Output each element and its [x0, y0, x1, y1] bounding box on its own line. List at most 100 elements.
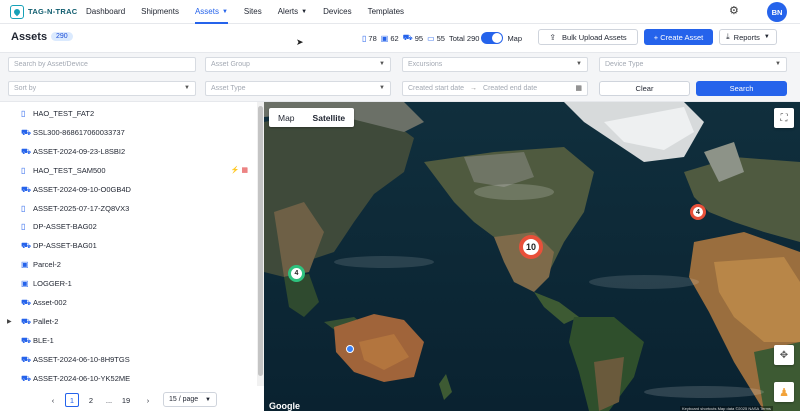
excursions-select[interactable]: Excursions ▼ — [402, 57, 588, 72]
asset-count-badge: 290 — [51, 32, 73, 41]
truck-icon: ⛟ — [21, 335, 32, 345]
map-toggle-label: Map — [507, 33, 523, 43]
asset-list-item[interactable]: ⛟ ASSET-2024-06-10-8H9TGS — [0, 350, 256, 369]
asset-name: DP-ASSET-BAG01 — [33, 241, 97, 251]
arrow-right-icon: → — [470, 85, 478, 92]
clear-button[interactable]: Clear — [599, 81, 690, 96]
reports-button[interactable]: ⤓ Reports ▼ — [719, 29, 777, 45]
excursions-placeholder: Excursions — [408, 61, 443, 68]
asset-name: DP-ASSET-BAG02 — [33, 222, 97, 232]
page-ellipsis[interactable]: ... — [102, 393, 116, 407]
nav-devices[interactable]: Devices — [323, 0, 351, 24]
map-cluster-marker[interactable]: 4 — [288, 265, 305, 282]
map-cluster-marker[interactable]: 4 — [690, 204, 706, 220]
page-button-current[interactable]: 1 — [65, 393, 79, 407]
pagination: ‹ 1 2 ... 19 › 15 / page ▼ — [0, 388, 264, 411]
asset-list-item[interactable]: ⛟ DP-ASSET-BAG01 — [0, 236, 256, 255]
asset-name: SSL300-868617060033737 — [33, 127, 125, 137]
page-button[interactable]: 19 — [119, 393, 133, 407]
page-button[interactable]: 2 — [84, 393, 98, 407]
asset-list-item[interactable]: ⛟ Asset-002 — [0, 293, 256, 312]
search-field[interactable] — [8, 57, 196, 72]
map-toggle[interactable] — [481, 32, 504, 44]
start-date-placeholder[interactable]: Created start date — [408, 85, 464, 92]
asset-list-item[interactable]: ▯ ASSET-2025-07-17-ZQ8VX3 — [0, 199, 256, 218]
brand-name: TAG-N-TRAC — [28, 7, 78, 16]
filter-bar: Asset Group ▼ Excursions ▼ Device Type ▼ So… — [0, 52, 800, 102]
date-range-picker[interactable]: Created start date → Created end date ▦ — [402, 81, 588, 96]
mouse-cursor-icon: ➤ — [296, 37, 304, 47]
asset-name: BLE-1 — [33, 335, 54, 345]
asset-list-item[interactable]: ▯ DP-ASSET-BAG02 — [0, 217, 256, 236]
nav-sites[interactable]: Sites — [244, 0, 262, 24]
asset-name: HAO_TEST_SAM500 — [33, 165, 106, 175]
asset-list-item[interactable]: ▯ HAO_TEST_FAT2 — [0, 104, 256, 123]
chevron-down-icon: ▼ — [205, 396, 211, 403]
asset-list-item[interactable]: ⛟ ASSET-2024-09-23-L8SBI2 — [0, 142, 256, 161]
logger-icon: ▭ — [427, 33, 435, 43]
fullscreen-icon[interactable]: ⛶ — [774, 108, 794, 128]
camera-control-icon[interactable]: ✥ — [774, 345, 794, 365]
page-size-value: 15 / page — [169, 396, 199, 403]
truck-icon: ⛟ — [21, 298, 32, 307]
brand-logo[interactable]: TAG-N-TRAC — [10, 4, 86, 19]
stat-box: ▣ 62 — [381, 34, 399, 43]
scrollbar-thumb[interactable] — [258, 106, 263, 376]
next-page-icon[interactable]: › — [143, 393, 153, 407]
nav-templates[interactable]: Templates — [368, 0, 404, 24]
asset-list-item[interactable]: ▯ HAO_TEST_SAM500 ⚡ ▦ — [0, 161, 256, 180]
asset-list-item[interactable]: ▣ Parcel-2 — [0, 255, 256, 274]
stat-value: 55 — [436, 33, 445, 43]
tag-icon: ▯ — [21, 109, 26, 118]
gear-icon[interactable]: ⚙ — [729, 6, 740, 17]
asset-name: ASSET-2024-09-23-L8SBI2 — [33, 146, 126, 156]
user-avatar[interactable]: BN — [767, 2, 787, 22]
search-input[interactable] — [14, 61, 195, 68]
chevron-down-icon: ▼ — [221, 8, 228, 15]
asset-list-item[interactable]: ⛟ ASSET-2024-06-10-YK52ME — [0, 369, 256, 386]
truck-icon: ⛟ — [21, 241, 32, 251]
asset-name: ASSET-2024-09-10-O0GB4D — [33, 184, 131, 194]
nav-dashboard[interactable]: Dashboard — [86, 0, 125, 24]
asset-type-select[interactable]: Asset Type ▼ — [205, 81, 391, 96]
map-cluster-marker[interactable]: 10 — [519, 235, 543, 259]
list-scrollbar[interactable] — [257, 102, 264, 386]
map-view-button[interactable]: Map — [269, 108, 304, 127]
truck-icon: ⛟ — [21, 146, 32, 156]
asset-list-item[interactable]: ⛟ BLE-1 — [0, 331, 256, 350]
nav-alerts-label: Alerts — [277, 7, 299, 16]
map-pin-marker[interactable] — [346, 345, 354, 353]
map-type-control: Map Satellite — [269, 108, 355, 127]
tag-icon: ▯ — [21, 203, 26, 213]
upload-icon: ⇪ — [549, 32, 557, 42]
sort-by-select[interactable]: Sort by ▼ — [8, 81, 196, 96]
device-type-select[interactable]: Device Type ▼ — [599, 57, 787, 72]
reports-label: Reports — [733, 32, 760, 42]
asset-list-item[interactable]: ▶ ⛟ Pallet-2 — [0, 312, 256, 331]
chevron-down-icon: ▼ — [763, 34, 770, 40]
truck-icon: ⛟ — [21, 373, 32, 383]
satellite-view-button[interactable]: Satellite — [304, 108, 355, 127]
nav-assets[interactable]: Assets ▼ — [194, 0, 228, 24]
asset-name: ASSET-2025-07-17-ZQ8VX3 — [33, 203, 130, 213]
download-icon: ⤓ — [726, 32, 730, 41]
create-asset-button[interactable]: + Create Asset — [644, 29, 713, 45]
search-button[interactable]: Search — [696, 81, 787, 96]
asset-list-item[interactable]: ⛟ SSL300-868617060033737 — [0, 123, 256, 142]
map-attribution[interactable]: Keyboard shortcuts Map data ©2025 NASA T… — [680, 406, 773, 411]
page-size-select[interactable]: 15 / page ▼ — [163, 392, 217, 407]
pegman-icon[interactable]: ♟ — [774, 382, 794, 402]
bulk-upload-button[interactable]: ⇪ Bulk Upload Assets — [538, 29, 638, 45]
nav-shipments[interactable]: Shipments — [141, 0, 179, 24]
asset-group-select[interactable]: Asset Group ▼ — [205, 57, 391, 72]
nav-alerts[interactable]: Alerts ▼ — [278, 0, 307, 24]
asset-list-item[interactable]: ▣ LOGGER-1 — [0, 274, 256, 293]
google-logo: Google — [269, 401, 300, 411]
prev-page-icon[interactable]: ‹ — [48, 393, 58, 407]
device-type-placeholder: Device Type — [605, 61, 644, 68]
expand-icon[interactable]: ▶ — [7, 318, 12, 325]
page-title: Assets — [11, 31, 48, 43]
end-date-placeholder[interactable]: Created end date — [483, 85, 537, 92]
box-icon: ▣ — [21, 279, 29, 289]
asset-list-item[interactable]: ⛟ ASSET-2024-09-10-O0GB4D — [0, 180, 256, 199]
